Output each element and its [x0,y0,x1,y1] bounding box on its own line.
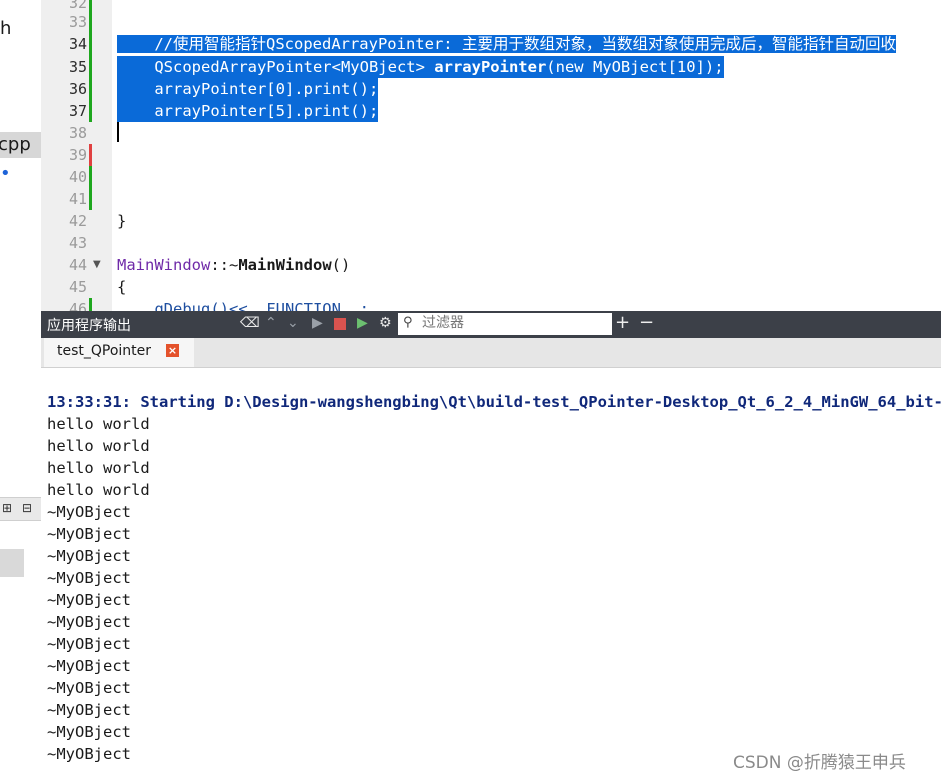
output-line: hello world [47,415,150,433]
attach-debugger-icon[interactable]: ▶ [357,315,368,331]
line-number: 43 [68,234,87,252]
output-pane-header: 应用程序输出 ⌫ ⌃ ⌄ ▶ ▶ ⚙ ⚲ + − [41,311,941,338]
line-number: 35 [68,58,87,76]
tab-test-qpointer[interactable]: test_QPointer × [44,338,194,367]
output-line: ~MyOBject [47,503,131,521]
filter-field[interactable]: ⚲ [398,313,612,335]
code-scope: ::~ [210,256,239,274]
text-caret [117,122,119,142]
code-class: MainWindow [117,256,211,274]
output-line: ~MyOBject [47,635,131,653]
project-item-fragment-dot: • [0,163,11,184]
code-line: 42 } [41,210,941,232]
code-text: arrayPointer[5].print(); [117,100,379,122]
selection-leading: //使用智能指针QScopedArrayPointer: 主要用于数组对象，当数… [117,33,896,55]
change-marker-red [89,144,92,166]
change-marker [89,0,92,122]
collapse-icon[interactable]: ⊟ [22,501,32,515]
output-line: hello world [47,437,150,455]
line-number: 41 [68,190,87,208]
output-pane-title: 应用程序输出 [47,318,131,334]
stop-icon[interactable] [334,318,346,330]
filter-input[interactable] [422,314,607,332]
line-number: 44 [68,256,87,274]
fold-arrow-icon[interactable]: ▼ [93,254,101,276]
watermark: CSDN @折腾猿王申兵 [733,753,906,773]
code-function: MainWindow [238,256,332,274]
previous-item-icon[interactable]: ⌃ [265,315,277,331]
code-text: arrayPointer[0].print(); [117,78,379,100]
code-line: 46 qDebug()<<__FUNCTION__; [41,298,941,311]
code-line: 33 [41,11,941,33]
search-icon: ⚲ [403,315,413,330]
project-item-fragment[interactable]: h [0,18,11,39]
run-icon[interactable]: ▶ [312,315,323,331]
code-line: 37 arrayPointer[5].print(); [41,100,941,122]
code-type: QScopedArrayPointer<MyOBject> [154,58,425,76]
output-line: ~MyOBject [47,591,131,609]
close-icon[interactable]: × [166,344,179,357]
output-line: ~MyOBject [47,701,131,719]
code-comment: //使用智能指针QScopedArrayPointer: 主要用于数组对象，当数… [154,35,896,53]
code-text: QScopedArrayPointer<MyOBject> arrayPoint… [117,56,724,78]
output-line: ~MyOBject [47,613,131,631]
line-number: 33 [68,13,87,31]
project-item-selected-cpp[interactable]: cpp [0,132,41,158]
output-text-area[interactable]: 13:33:31: Starting D:\Design-wangshengbi… [41,368,941,781]
code-line: 45 { [41,276,941,298]
project-panel: h cpp • ⊞ ⊟ [0,0,42,781]
output-tab-bar: test_QPointer × [41,338,941,368]
output-line: ~MyOBject [47,679,131,697]
output-line: hello world [47,481,150,499]
line-number: 40 [68,168,87,186]
output-line: ~MyOBject [47,657,131,675]
code-statement: arrayPointer[0].print(); [154,80,379,98]
line-number: 46 [68,300,87,311]
code-line: 41 [41,188,941,210]
code-variable: arrayPointer [434,58,547,76]
code-line: 38 [41,122,941,144]
code-text: } [117,212,127,230]
code-text: qDebug()<<__FUNCTION__; [117,300,369,311]
open-documents-selected-row[interactable] [0,549,24,577]
code-line: 36 arrayPointer[0].print(); [41,78,941,100]
code-line: 39 [41,144,941,166]
tab-label: test_QPointer [57,343,152,359]
code-line: 34 //使用智能指针QScopedArrayPointer: 主要用于数组对象… [41,33,941,55]
code-line: 40 [41,166,941,188]
change-marker [89,166,92,210]
code-line: 43 [41,232,941,254]
line-number: 39 [68,146,87,164]
code-statement: arrayPointer[5].print(); [154,102,379,120]
output-line: hello world [47,459,150,477]
clear-output-icon[interactable]: ⌫ [240,315,260,331]
output-start-line: 13:33:31: Starting D:\Design-wangshengbi… [47,393,941,411]
line-number: 38 [68,124,87,142]
code-line: 35 QScopedArrayPointer<MyOBject> arrayPo… [41,56,941,78]
line-number: 42 [68,212,87,230]
change-marker [89,298,92,311]
code-text: MainWindow::~MainWindow() [117,254,350,276]
output-line: ~MyOBject [47,745,131,763]
open-documents-toolbar: ⊞ ⊟ [0,497,41,521]
remove-output-button[interactable]: − [639,312,654,333]
output-line: ~MyOBject [47,525,131,543]
line-number: 37 [68,102,87,120]
line-number: 36 [68,80,87,98]
output-line: ~MyOBject [47,569,131,587]
code-text: { [117,278,127,296]
split-icon[interactable]: ⊞ [2,501,12,515]
next-item-icon[interactable]: ⌄ [287,315,299,331]
code-rest: (new MyOBject[10]); [546,58,724,76]
add-output-button[interactable]: + [615,312,630,333]
settings-gear-icon[interactable]: ⚙ [379,315,392,331]
line-number: 45 [68,278,87,296]
output-line: ~MyOBject [47,723,131,741]
line-number: 34 [68,35,87,53]
code-editor[interactable]: 32 33 34 //使用智能指针QScopedArrayPointer: 主要… [41,0,941,311]
code-line: 44 ▼ MainWindow::~MainWindow() [41,254,941,276]
code-rest: () [331,256,351,274]
output-line: ~MyOBject [47,547,131,565]
